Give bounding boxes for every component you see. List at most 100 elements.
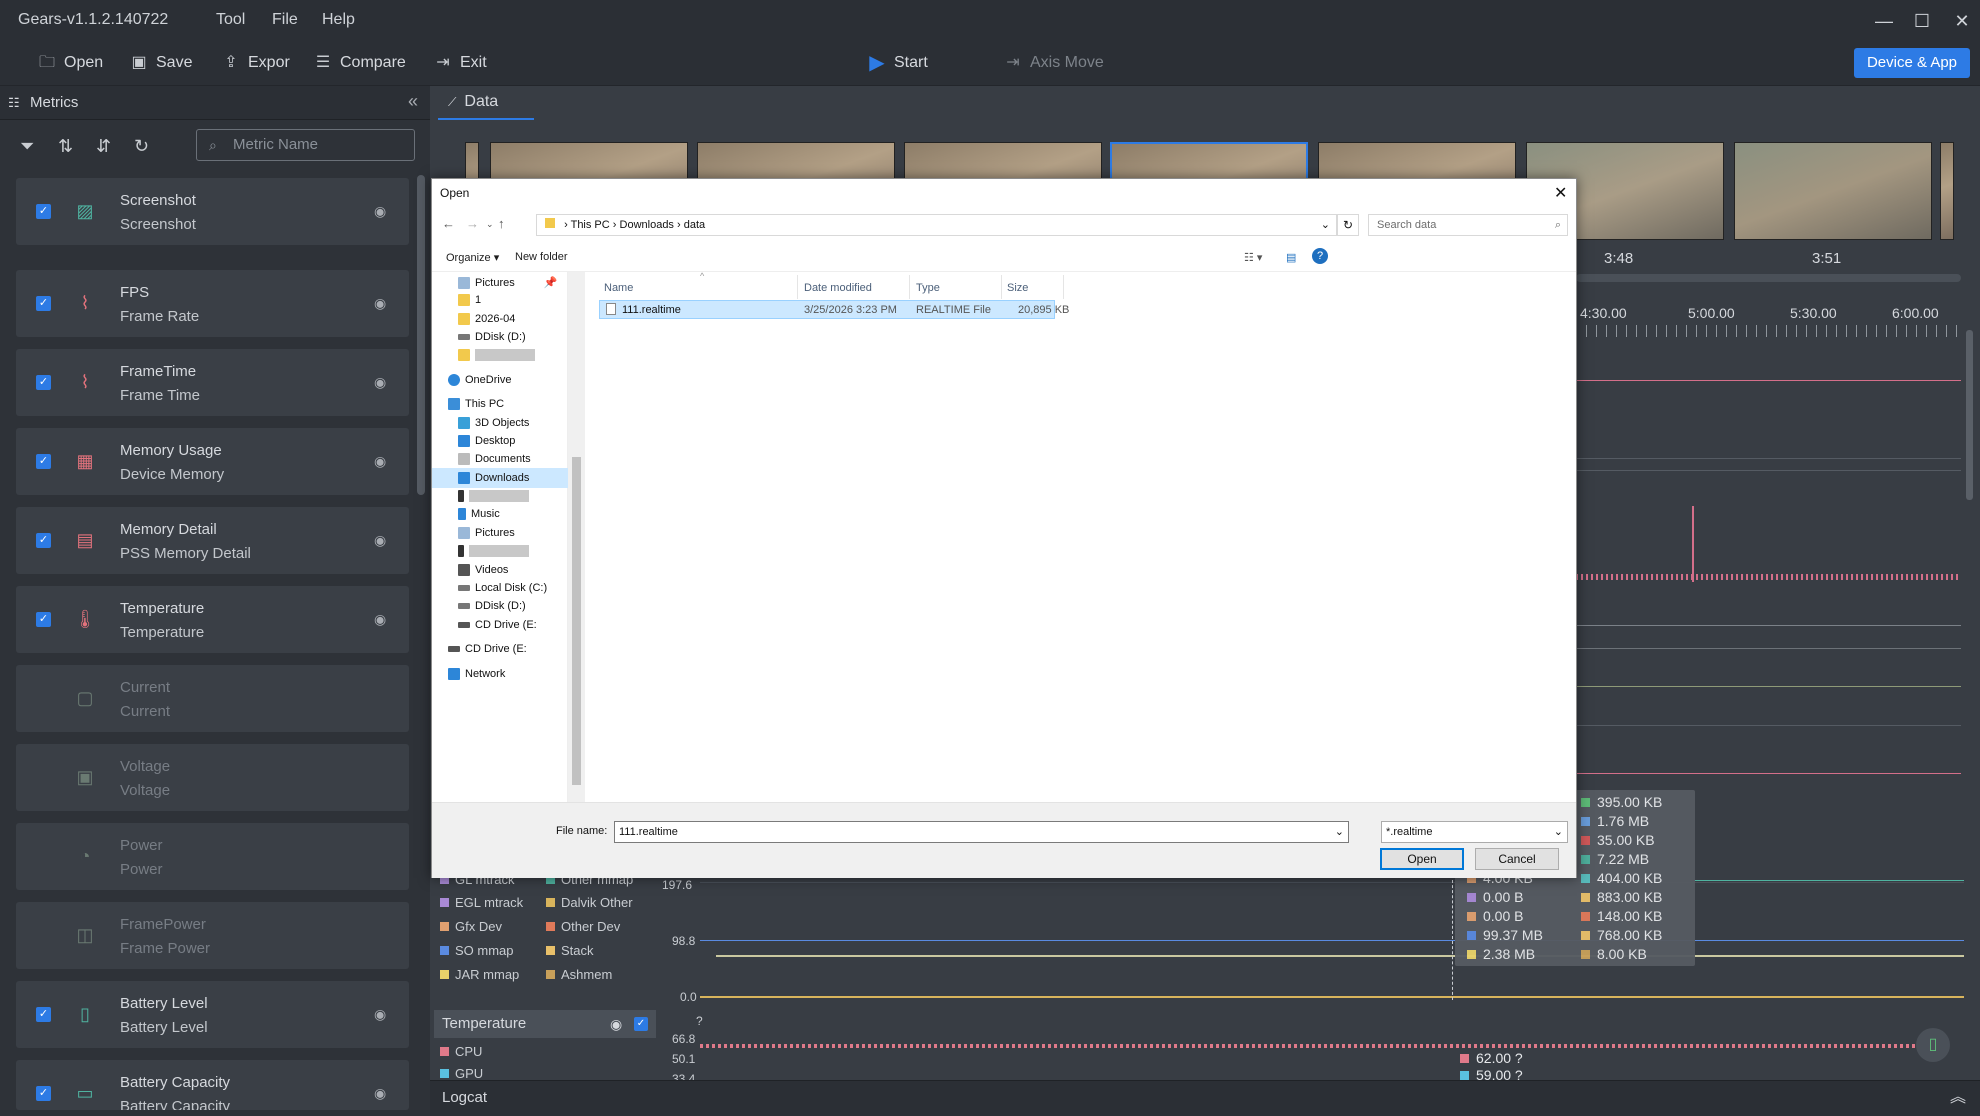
- eye-icon[interactable]: ◉: [374, 1085, 386, 1102]
- tree-item[interactable]: Pictures 📌: [458, 276, 557, 289]
- tree-item-selected[interactable]: Downloads: [432, 468, 568, 488]
- tree-item[interactable]: 3D Objects: [458, 417, 529, 429]
- new-folder-button[interactable]: New folder: [515, 251, 568, 263]
- tree-item-blurred[interactable]: [458, 490, 529, 502]
- tree-scrollbar-thumb[interactable]: [572, 457, 581, 785]
- eye-icon[interactable]: ◉: [374, 532, 386, 549]
- metric-checkbox[interactable]: ✓: [36, 533, 51, 548]
- minimize-icon[interactable]: —: [1872, 10, 1896, 32]
- organize-button[interactable]: Organize ▾: [446, 251, 499, 264]
- menu-file[interactable]: File: [272, 11, 298, 29]
- column-separator[interactable]: [1063, 275, 1064, 299]
- tree-item[interactable]: Local Disk (C:): [458, 582, 547, 594]
- address-bar[interactable]: › This PC › Downloads › data ⌄: [536, 214, 1337, 236]
- breadcrumb-downloads[interactable]: Downloads: [620, 219, 674, 231]
- filter-icon[interactable]: ⏷: [20, 136, 34, 157]
- chevron-down-icon[interactable]: ⌄: [1335, 822, 1344, 842]
- recent-dropdown-icon[interactable]: ⌄: [486, 219, 494, 230]
- eye-icon[interactable]: ◉: [374, 1006, 386, 1023]
- metric-search-input[interactable]: ⌕ Metric Name: [196, 129, 415, 161]
- metric-card-power[interactable]: ◔ Power Power: [16, 823, 409, 890]
- tree-item-blurred[interactable]: [458, 545, 529, 557]
- metric-card-voltage[interactable]: ▣ Voltage Voltage: [16, 744, 409, 811]
- eye-icon[interactable]: ◉: [374, 295, 386, 312]
- metric-card-temperature[interactable]: ✓ 🌡 Temperature Temperature ◉: [16, 586, 409, 653]
- tree-item[interactable]: 2026-04: [458, 313, 515, 325]
- chevron-up-icon[interactable]: ︽: [1950, 1081, 1966, 1115]
- maximize-icon[interactable]: ☐: [1910, 10, 1934, 32]
- open-button[interactable]: 🗀 Open: [38, 54, 103, 72]
- exit-button[interactable]: ⇥ Exit: [434, 54, 486, 72]
- help-icon[interactable]: ?: [1312, 248, 1328, 264]
- up-icon[interactable]: ↑: [498, 216, 505, 231]
- forward-icon[interactable]: →: [466, 216, 479, 231]
- screenshot-thumb[interactable]: [1940, 142, 1954, 240]
- temperature-checkbox[interactable]: ✓: [634, 1017, 648, 1031]
- tree-item[interactable]: This PC: [448, 398, 504, 410]
- file-type-select[interactable]: *.realtime ⌄: [1381, 821, 1568, 843]
- breadcrumb-data[interactable]: data: [684, 219, 705, 231]
- refresh-icon[interactable]: ↻: [1337, 214, 1359, 236]
- eye-icon[interactable]: ◉: [610, 1010, 622, 1038]
- device-app-button[interactable]: Device & App: [1854, 48, 1970, 78]
- eye-icon[interactable]: ◉: [374, 203, 386, 220]
- timeline-scrollbar[interactable]: [1576, 274, 1961, 282]
- screenshot-thumb[interactable]: [1734, 142, 1932, 240]
- tree-item[interactable]: Documents: [458, 453, 531, 465]
- dialog-search-input[interactable]: Search data ⌕: [1368, 214, 1568, 236]
- tree-item[interactable]: OneDrive: [448, 374, 511, 386]
- metric-card-battery-level[interactable]: ✓ ▯ Battery Level Battery Level ◉: [16, 981, 409, 1048]
- save-button[interactable]: ▣ Save: [130, 54, 192, 72]
- tree-item[interactable]: DDisk (D:): [458, 600, 526, 612]
- tree-item[interactable]: Network: [448, 668, 505, 680]
- dialog-close-icon[interactable]: ✕: [1554, 183, 1567, 203]
- sidebar-scrollbar[interactable]: [417, 175, 425, 495]
- axis-move-button[interactable]: ⇥ Axis Move: [1004, 54, 1104, 72]
- tree-item[interactable]: CD Drive (E:: [458, 619, 537, 631]
- address-dropdown-icon[interactable]: ⌄: [1321, 215, 1330, 235]
- breadcrumb-this-pc[interactable]: This PC: [571, 219, 610, 231]
- metric-card-memory-detail[interactable]: ✓ ▤ Memory Detail PSS Memory Detail ◉: [16, 507, 409, 574]
- metric-checkbox[interactable]: ✓: [36, 375, 51, 390]
- eye-icon[interactable]: ◉: [374, 374, 386, 391]
- eye-icon[interactable]: ◉: [374, 453, 386, 470]
- column-separator[interactable]: [909, 275, 910, 299]
- metric-card-framepower[interactable]: ◫ FramePower Frame Power: [16, 902, 409, 969]
- tree-item[interactable]: Pictures: [458, 527, 515, 539]
- sort-desc-icon[interactable]: ⇵: [96, 136, 111, 157]
- column-separator[interactable]: [1001, 275, 1002, 299]
- metric-checkbox[interactable]: ✓: [36, 1086, 51, 1101]
- tree-item[interactable]: Music: [458, 508, 500, 520]
- column-date-modified[interactable]: Date modified: [804, 282, 872, 294]
- metric-card-battery-capacity[interactable]: ✓ ▭ Battery Capacity Battery Capacity ◉: [16, 1060, 409, 1110]
- metric-card-memory-usage[interactable]: ✓ ▦ Memory Usage Device Memory ◉: [16, 428, 409, 495]
- column-name[interactable]: Name: [604, 282, 633, 294]
- cancel-button[interactable]: Cancel: [1475, 848, 1559, 870]
- metric-card-screenshot[interactable]: ✓ ▨ Screenshot Screenshot ◉: [16, 178, 409, 245]
- metric-card-current[interactable]: ▢ Current Current: [16, 665, 409, 732]
- file-name-input[interactable]: 111.realtime ⌄: [614, 821, 1349, 843]
- close-icon[interactable]: ✕: [1950, 10, 1974, 32]
- tree-item[interactable]: Videos: [458, 564, 508, 576]
- menu-help[interactable]: Help: [322, 11, 355, 29]
- view-options-icon[interactable]: ☷ ▾: [1244, 251, 1262, 264]
- tree-item[interactable]: CD Drive (E:: [448, 643, 527, 655]
- back-icon[interactable]: ←: [442, 216, 455, 231]
- main-scrollbar[interactable]: [1966, 330, 1973, 500]
- column-type[interactable]: Type: [916, 282, 940, 294]
- menu-tool[interactable]: Tool: [216, 11, 245, 29]
- metric-checkbox[interactable]: ✓: [36, 204, 51, 219]
- tree-item-blurred[interactable]: [458, 349, 535, 361]
- metric-card-fps[interactable]: ✓ ⌇ FPS Frame Rate ◉: [16, 270, 409, 337]
- metric-card-frametime[interactable]: ✓ ⌇ FrameTime Frame Time ◉: [16, 349, 409, 416]
- tree-item[interactable]: DDisk (D:): [458, 331, 526, 343]
- collapse-icon[interactable]: «: [408, 91, 418, 112]
- sort-asc-icon[interactable]: ⇅: [58, 136, 73, 157]
- metric-checkbox[interactable]: ✓: [36, 454, 51, 469]
- tree-item[interactable]: 1: [458, 294, 481, 306]
- chevron-down-icon[interactable]: ⌄: [1554, 822, 1563, 842]
- logcat-bar[interactable]: Logcat ︽: [430, 1080, 1980, 1116]
- preview-pane-icon[interactable]: ▤: [1286, 251, 1296, 264]
- open-button[interactable]: Open: [1380, 848, 1464, 870]
- metric-checkbox[interactable]: ✓: [36, 612, 51, 627]
